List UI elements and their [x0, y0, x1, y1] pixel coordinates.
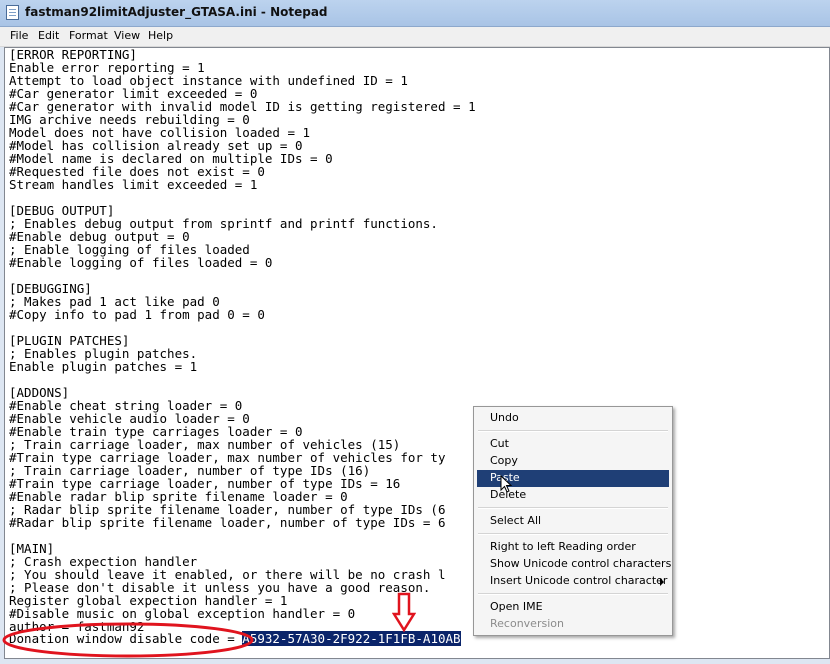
- menu-separator: [478, 430, 668, 432]
- menu-item-open-ime[interactable]: Open IME: [490, 600, 543, 613]
- menu-item-select-all[interactable]: Select All: [490, 514, 541, 527]
- menu-format[interactable]: Format: [69, 29, 108, 42]
- text-line: #Radar blip sprite filename loader, numb…: [9, 515, 446, 530]
- menu-item-insert-unicode[interactable]: Insert Unicode control character: [490, 574, 667, 587]
- text-line-donation-code: Donation window disable code = A5932-57A…: [9, 631, 461, 646]
- notepad-icon: [6, 5, 19, 20]
- menu-file[interactable]: File: [10, 29, 28, 42]
- selected-text[interactable]: A5932-57A30-2F922-1F1FB-A10AB: [242, 631, 461, 646]
- window-title: fastman92limitAdjuster_GTASA.ini - Notep…: [25, 5, 328, 19]
- menu-item-rtl[interactable]: Right to left Reading order: [490, 540, 636, 553]
- text-line: Stream handles limit exceeded = 1: [9, 177, 258, 192]
- menu-separator: [478, 507, 668, 509]
- menu-bar: File Edit Format View Help: [0, 27, 830, 47]
- menu-edit[interactable]: Edit: [38, 29, 59, 42]
- menu-help[interactable]: Help: [148, 29, 173, 42]
- text-line: #Copy info to pad 1 from pad 0 = 0: [9, 307, 265, 322]
- notepad-window: fastman92limitAdjuster_GTASA.ini - Notep…: [0, 0, 830, 664]
- mouse-pointer-icon: [500, 475, 513, 493]
- text-editor[interactable]: [ERROR REPORTING] Enable error reporting …: [4, 47, 830, 659]
- donation-code-label: Donation window disable code =: [9, 631, 243, 646]
- context-menu: Undo Cut Copy Paste Delete Select All Ri…: [473, 406, 673, 636]
- menu-separator: [478, 593, 668, 595]
- text-line: Enable plugin patches = 1: [9, 359, 198, 374]
- title-bar[interactable]: fastman92limitAdjuster_GTASA.ini - Notep…: [0, 0, 830, 27]
- menu-item-copy[interactable]: Copy: [490, 454, 518, 467]
- menu-separator: [478, 533, 668, 535]
- menu-item-undo[interactable]: Undo: [490, 411, 519, 424]
- submenu-arrow-icon: [660, 578, 664, 586]
- menu-item-show-unicode[interactable]: Show Unicode control characters: [490, 557, 671, 570]
- text-line: #Enable logging of files loaded = 0: [9, 255, 273, 270]
- menu-item-cut[interactable]: Cut: [490, 437, 509, 450]
- menu-item-reconversion: Reconversion: [490, 617, 564, 630]
- menu-view[interactable]: View: [114, 29, 140, 42]
